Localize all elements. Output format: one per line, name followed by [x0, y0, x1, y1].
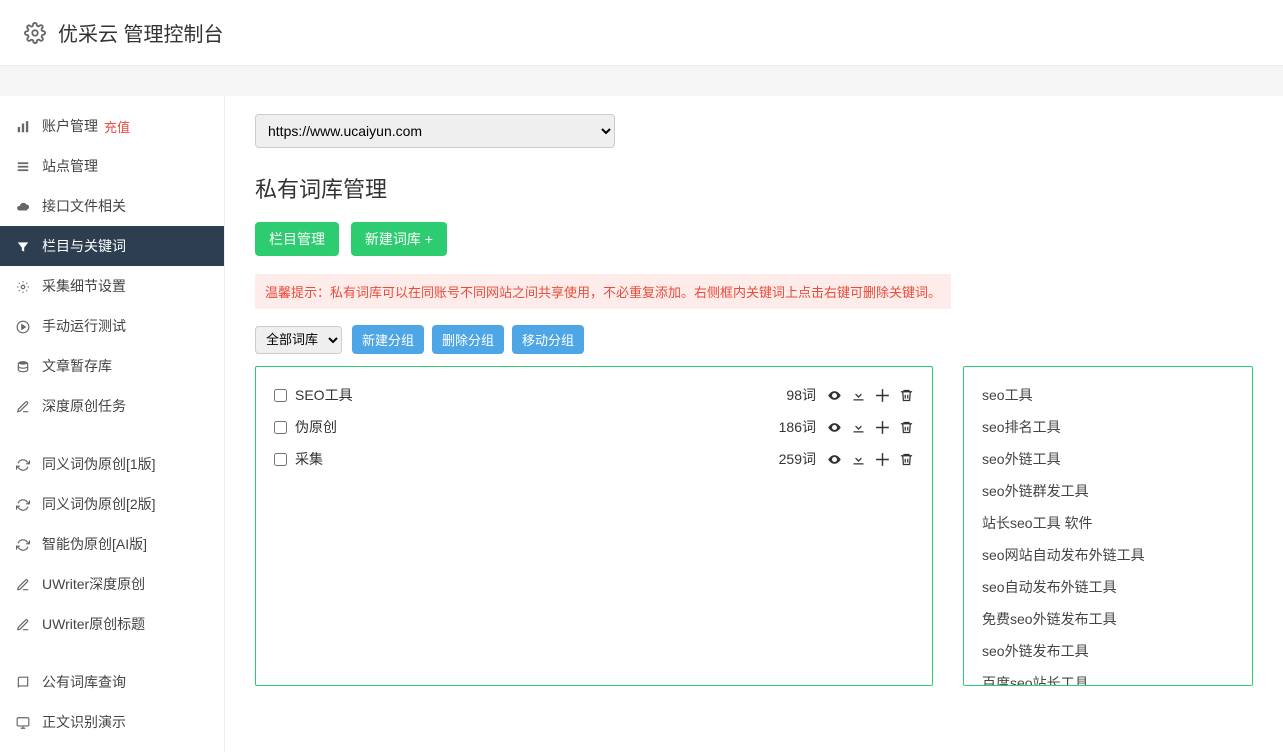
- sidebar: 账户管理充值站点管理接口文件相关栏目与关键词采集细节设置手动运行测试文章暂存库深…: [0, 96, 225, 752]
- lexicon-checkbox[interactable]: [274, 389, 287, 402]
- sidebar-item-label: 栏目与关键词: [42, 236, 126, 256]
- list-icon: [14, 158, 32, 174]
- sidebar-item-0[interactable]: 公有词库查询: [0, 662, 224, 702]
- header-gap: [0, 66, 1283, 96]
- gears-icon: [14, 278, 32, 294]
- sidebar-item-label: 手动运行测试: [42, 316, 126, 336]
- edit-icon: [14, 616, 32, 632]
- main-content: https://www.ucaiyun.com 私有词库管理 栏目管理 新建词库…: [225, 96, 1283, 752]
- sidebar-item-label: UWriter原创标题: [42, 614, 145, 634]
- header-title-text: 优采云 管理控制台: [58, 18, 224, 47]
- sidebar-item-label: 正文识别演示: [42, 712, 126, 732]
- page-header: 优采云 管理控制台: [0, 0, 1283, 66]
- sidebar-item-2[interactable]: 接口文件相关: [0, 186, 224, 226]
- sidebar-item-0[interactable]: 同义词伪原创[1版]: [0, 444, 224, 484]
- site-select[interactable]: https://www.ucaiyun.com: [255, 114, 615, 148]
- sidebar-item-label: 文章暂存库: [42, 356, 112, 376]
- edit-icon: [14, 576, 32, 592]
- sidebar-item-label: 公有词库查询: [42, 672, 126, 692]
- sidebar-item-1[interactable]: 正文识别演示: [0, 702, 224, 742]
- refresh-icon: [14, 536, 32, 552]
- database-icon: [14, 358, 32, 374]
- lexicon-list-panel: SEO工具98词伪原创186词采集259词: [255, 366, 933, 686]
- keyword-item[interactable]: seo自动发布外链工具: [982, 571, 1234, 603]
- lexicon-count: 98词: [786, 385, 816, 405]
- lexicon-name[interactable]: 采集: [295, 449, 779, 469]
- lexicon-name[interactable]: 伪原创: [295, 417, 779, 437]
- trash-icon[interactable]: [898, 450, 914, 468]
- lexicon-row: 伪原创186词: [274, 411, 914, 443]
- play-icon: [14, 318, 32, 334]
- sidebar-item-2[interactable]: 智能伪原创[AI版]: [0, 524, 224, 564]
- column-manage-button[interactable]: 栏目管理: [255, 222, 339, 256]
- lexicon-checkbox[interactable]: [274, 453, 287, 466]
- lexicon-name[interactable]: SEO工具: [295, 385, 786, 405]
- keyword-item[interactable]: seo网站自动发布外链工具: [982, 539, 1234, 571]
- keyword-item[interactable]: seo外链群发工具: [982, 475, 1234, 507]
- eye-icon[interactable]: [826, 386, 842, 404]
- sidebar-item-1[interactable]: 同义词伪原创[2版]: [0, 484, 224, 524]
- keyword-list-panel[interactable]: seo工具seo排名工具seo外链工具seo外链群发工具站长seo工具 软件se…: [963, 366, 1253, 686]
- eye-icon[interactable]: [826, 450, 842, 468]
- trash-icon[interactable]: [898, 386, 914, 404]
- download-icon[interactable]: [850, 450, 866, 468]
- download-icon[interactable]: [850, 386, 866, 404]
- trash-icon[interactable]: [898, 418, 914, 436]
- keyword-item[interactable]: seo外链工具: [982, 443, 1234, 475]
- sidebar-item-label: UWriter深度原创: [42, 574, 145, 594]
- new-group-button[interactable]: 新建分组: [352, 325, 424, 354]
- eye-icon[interactable]: [826, 418, 842, 436]
- sidebar-item-label: 站点管理: [42, 156, 98, 176]
- download-icon[interactable]: [850, 418, 866, 436]
- sidebar-item-label: 同义词伪原创[1版]: [42, 454, 156, 474]
- sidebar-item-7[interactable]: 深度原创任务: [0, 386, 224, 426]
- cloud-icon: [14, 198, 32, 214]
- warm-tip: 温馨提示：私有词库可以在同账号不同网站之间共享使用，不必重复添加。右侧框内关键词…: [255, 274, 951, 309]
- sidebar-item-3[interactable]: 栏目与关键词: [0, 226, 224, 266]
- sidebar-item-3[interactable]: UWriter深度原创: [0, 564, 224, 604]
- book-icon: [14, 674, 32, 690]
- lexicon-count: 259词: [779, 449, 816, 469]
- plus-icon[interactable]: [874, 418, 890, 436]
- keyword-item[interactable]: 免费seo外链发布工具: [982, 603, 1234, 635]
- lexicon-row: 采集259词: [274, 443, 914, 475]
- filter-icon: [14, 238, 32, 254]
- sidebar-item-label: 采集细节设置: [42, 276, 126, 296]
- sidebar-item-label: 同义词伪原创[2版]: [42, 494, 156, 514]
- sidebar-item-1[interactable]: 站点管理: [0, 146, 224, 186]
- lexicon-row: SEO工具98词: [274, 379, 914, 411]
- delete-group-button[interactable]: 删除分组: [432, 325, 504, 354]
- sidebar-item-badge: 充值: [104, 117, 130, 136]
- lexicon-checkbox[interactable]: [274, 421, 287, 434]
- keyword-item[interactable]: 站长seo工具 软件: [982, 507, 1234, 539]
- keyword-item[interactable]: seo工具: [982, 379, 1234, 411]
- edit-icon: [14, 398, 32, 414]
- sidebar-item-label: 智能伪原创[AI版]: [42, 534, 147, 554]
- sidebar-item-4[interactable]: UWriter原创标题: [0, 604, 224, 644]
- sidebar-item-0[interactable]: 账户管理充值: [0, 106, 224, 146]
- sidebar-item-label: 账户管理: [42, 116, 98, 136]
- keyword-item[interactable]: seo排名工具: [982, 411, 1234, 443]
- sidebar-item-label: 接口文件相关: [42, 196, 126, 216]
- refresh-icon: [14, 456, 32, 472]
- monitor-icon: [14, 714, 32, 730]
- sidebar-item-label: 深度原创任务: [42, 396, 126, 416]
- plus-icon[interactable]: [874, 386, 890, 404]
- keyword-item[interactable]: seo外链发布工具: [982, 635, 1234, 667]
- move-group-button[interactable]: 移动分组: [512, 325, 584, 354]
- plus-icon[interactable]: [874, 450, 890, 468]
- sidebar-item-6[interactable]: 文章暂存库: [0, 346, 224, 386]
- bar-chart-icon: [14, 118, 32, 134]
- sidebar-item-4[interactable]: 采集细节设置: [0, 266, 224, 306]
- lexicon-count: 186词: [779, 417, 816, 437]
- new-lexicon-button[interactable]: 新建词库 +: [351, 222, 447, 256]
- keyword-item[interactable]: 百度seo站长工具: [982, 667, 1234, 686]
- refresh-icon: [14, 496, 32, 512]
- sidebar-item-5[interactable]: 手动运行测试: [0, 306, 224, 346]
- group-select[interactable]: 全部词库: [255, 326, 342, 354]
- page-title: 私有词库管理: [255, 172, 1253, 204]
- gear-icon: [24, 21, 46, 44]
